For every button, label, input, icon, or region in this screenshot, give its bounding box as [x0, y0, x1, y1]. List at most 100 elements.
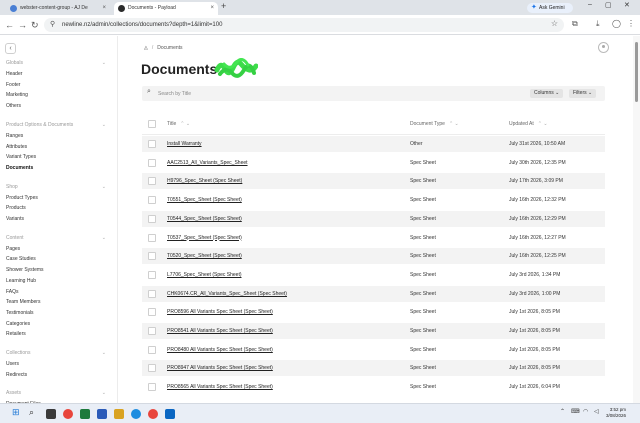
document-title-link[interactable]: T0537_Spec_Sheet (Spec Sheet): [167, 230, 402, 246]
columns-button[interactable]: Columns ⌄: [530, 89, 564, 98]
document-title-link[interactable]: H9796_Spec_Sheet (Spec Sheet): [167, 173, 402, 189]
table-row[interactable]: PRO8541 All Variants Spec Sheet (Spec Sh…: [142, 323, 605, 339]
wifi-icon[interactable]: ◠: [583, 408, 588, 415]
window-close-icon[interactable]: ✕: [624, 1, 630, 9]
sidebar-group-header[interactable]: Product Options & Documents ⌄: [6, 122, 106, 128]
document-title-link[interactable]: Install Warranty: [167, 136, 402, 152]
column-header-updated-at[interactable]: Updated At ⌃ ⌄: [509, 121, 548, 127]
table-row[interactable]: H9796_Spec_Sheet (Spec Sheet) Spec Sheet J…: [142, 173, 605, 190]
sidebar-item-ranges[interactable]: Ranges: [6, 133, 23, 139]
home-logo-icon[interactable]: ◬: [144, 45, 148, 51]
document-title-link[interactable]: PRO8947 All Variants Spec Sheet (Spec Sh…: [167, 360, 402, 376]
document-title-link[interactable]: T0544_Spec_Sheet (Spec Sheet): [167, 211, 402, 227]
reload-icon[interactable]: ↻: [31, 19, 39, 31]
chevron-down-icon[interactable]: ⌄: [102, 184, 106, 190]
sidebar-item-shower-systems[interactable]: Shower Systems: [6, 267, 44, 273]
document-title-link[interactable]: PRO8480 All Variants Spec Sheet (Spec Sh…: [167, 342, 402, 358]
sidebar-item-marketing[interactable]: Marketing: [6, 92, 28, 98]
sidebar-item-categories[interactable]: Categories: [6, 321, 30, 327]
sidebar-item-team-members[interactable]: Team Members: [6, 299, 40, 305]
select-all-checkbox[interactable]: [148, 120, 156, 128]
user-avatar[interactable]: [598, 42, 609, 53]
collapse-sidebar-button[interactable]: ‹: [5, 43, 16, 54]
document-title-link[interactable]: PRO8596 All Variants Spec Sheet (Spec Sh…: [167, 304, 402, 320]
column-header-title[interactable]: Title ⌃ ⌄: [167, 121, 190, 127]
sidebar-item-testimonials[interactable]: Testimonials: [6, 310, 34, 316]
close-tab-icon[interactable]: ×: [210, 2, 214, 15]
table-row[interactable]: PRO8947 All Variants Spec Sheet (Spec Sh…: [142, 360, 605, 377]
chrome-profile-icon[interactable]: [148, 409, 158, 419]
sidebar-item-retailers[interactable]: Retailers: [6, 331, 26, 337]
sidebar-item-users[interactable]: Users: [6, 361, 19, 367]
document-title-link[interactable]: L7706_Spec_Sheet (Spec Sheet): [167, 267, 402, 283]
document-title-link[interactable]: CHK0674.CR_All_Variants_Spec_Sheet (Spec…: [167, 286, 402, 302]
row-checkbox[interactable]: [148, 214, 156, 223]
row-checkbox[interactable]: [148, 177, 156, 186]
table-row[interactable]: T0544_Spec_Sheet (Spec Sheet) Spec Sheet J…: [142, 210, 605, 227]
minimize-icon[interactable]: –: [588, 1, 592, 8]
taskbar-search-icon[interactable]: ⌕: [29, 407, 34, 418]
table-row[interactable]: T0520_Spec_Sheet (Spec Sheet) Spec Sheet J…: [142, 248, 605, 265]
sort-arrows-icon[interactable]: ⌃ ⌄: [538, 121, 548, 127]
document-title-link[interactable]: AAC2513_All_Variants_Spec_Sheet: [167, 155, 402, 171]
row-checkbox[interactable]: [148, 233, 156, 242]
row-checkbox[interactable]: [148, 196, 156, 205]
table-row[interactable]: L7706_Spec_Sheet (Spec Sheet) Spec Sheet J…: [142, 267, 605, 283]
row-checkbox[interactable]: [148, 327, 156, 335]
row-checkbox[interactable]: [148, 364, 156, 373]
bookmark-star-icon[interactable]: ☆: [551, 19, 558, 28]
search-input[interactable]: [158, 88, 458, 99]
browser-tab-webster[interactable]: webster-content-group - AJ De ×: [6, 2, 110, 15]
table-row[interactable]: PRO8596 All Variants Spec Sheet (Spec Sh…: [142, 304, 605, 320]
address-bar[interactable]: ⚲ newline.nz/admin/collections/documents…: [44, 18, 564, 32]
volume-icon[interactable]: ◁: [594, 408, 599, 415]
download-icon[interactable]: ⤓: [596, 19, 600, 29]
document-title-link[interactable]: T0520_Spec_Sheet (Spec Sheet): [167, 248, 402, 264]
document-title-link[interactable]: PRO8541 All Variants Spec Sheet (Spec Sh…: [167, 323, 402, 339]
sort-arrows-icon[interactable]: ⌃ ⌄: [449, 121, 459, 127]
ask-gemini-button[interactable]: ✦ Ask Gemini: [527, 3, 573, 13]
outlook-icon[interactable]: [165, 409, 175, 419]
row-checkbox[interactable]: [148, 383, 156, 392]
sidebar-item-variants[interactable]: Variants: [6, 216, 24, 222]
row-checkbox[interactable]: [148, 308, 156, 317]
profile-icon[interactable]: ◯: [612, 19, 621, 28]
chevron-down-icon[interactable]: ⌄: [102, 60, 106, 66]
url-text[interactable]: newline.nz/admin/collections/documents?d…: [62, 18, 222, 32]
row-checkbox[interactable]: [148, 289, 156, 298]
sidebar-item-documents[interactable]: Documents: [6, 165, 33, 171]
menu-kebab-icon[interactable]: ⋮: [627, 19, 635, 28]
sidebar-item-footer[interactable]: Footer: [6, 82, 20, 88]
forward-icon[interactable]: →: [18, 19, 27, 31]
column-header-document-type[interactable]: Document Type ⌃ ⌄: [410, 121, 459, 127]
breadcrumb-documents[interactable]: Documents: [157, 45, 182, 51]
sidebar-group-header[interactable]: Collections ⌄: [6, 350, 106, 356]
sidebar-item-redirects[interactable]: Redirects: [6, 372, 27, 378]
language-icon[interactable]: ⌨: [571, 408, 580, 415]
sidebar-group-header[interactable]: Assets ⌄: [6, 390, 106, 396]
chevron-down-icon[interactable]: ⌄: [102, 122, 106, 128]
tray-chevron-up-icon[interactable]: ⌃: [560, 408, 565, 415]
close-tab-icon[interactable]: ×: [102, 2, 106, 15]
row-checkbox[interactable]: [148, 252, 156, 261]
sidebar-item-products[interactable]: Products: [6, 205, 26, 211]
document-title-link[interactable]: T0551_Spec_Sheet (Spec Sheet): [167, 192, 402, 208]
file-explorer-icon[interactable]: [114, 409, 124, 419]
table-row[interactable]: PRO8565 All Variants Spec Sheet (Spec Sh…: [142, 379, 605, 395]
sidebar-item-faqs[interactable]: FAQs: [6, 289, 19, 295]
site-info-icon[interactable]: ⚲: [50, 20, 55, 28]
table-row[interactable]: T0537_Spec_Sheet (Spec Sheet) Spec Sheet J…: [142, 230, 605, 246]
system-clock[interactable]: 3:52 pm 3/08/2026: [606, 407, 626, 419]
chevron-down-icon[interactable]: ⌄: [102, 390, 106, 396]
task-view-icon[interactable]: [46, 409, 56, 419]
sidebar-group-header[interactable]: Globals ⌄: [6, 60, 106, 66]
table-row[interactable]: PRO8480 All Variants Spec Sheet (Spec Sh…: [142, 342, 605, 358]
row-checkbox[interactable]: [148, 345, 156, 354]
sidebar-item-others[interactable]: Others: [6, 103, 21, 109]
filters-button[interactable]: Filters ⌄: [569, 89, 597, 98]
sidebar-item-case-studies[interactable]: Case Studies: [6, 256, 36, 262]
row-checkbox[interactable]: [148, 158, 156, 167]
sidebar-group-header[interactable]: Content ⌄: [6, 235, 106, 241]
edge-icon[interactable]: [131, 409, 141, 419]
windows-start-icon[interactable]: ⊞: [12, 407, 20, 418]
